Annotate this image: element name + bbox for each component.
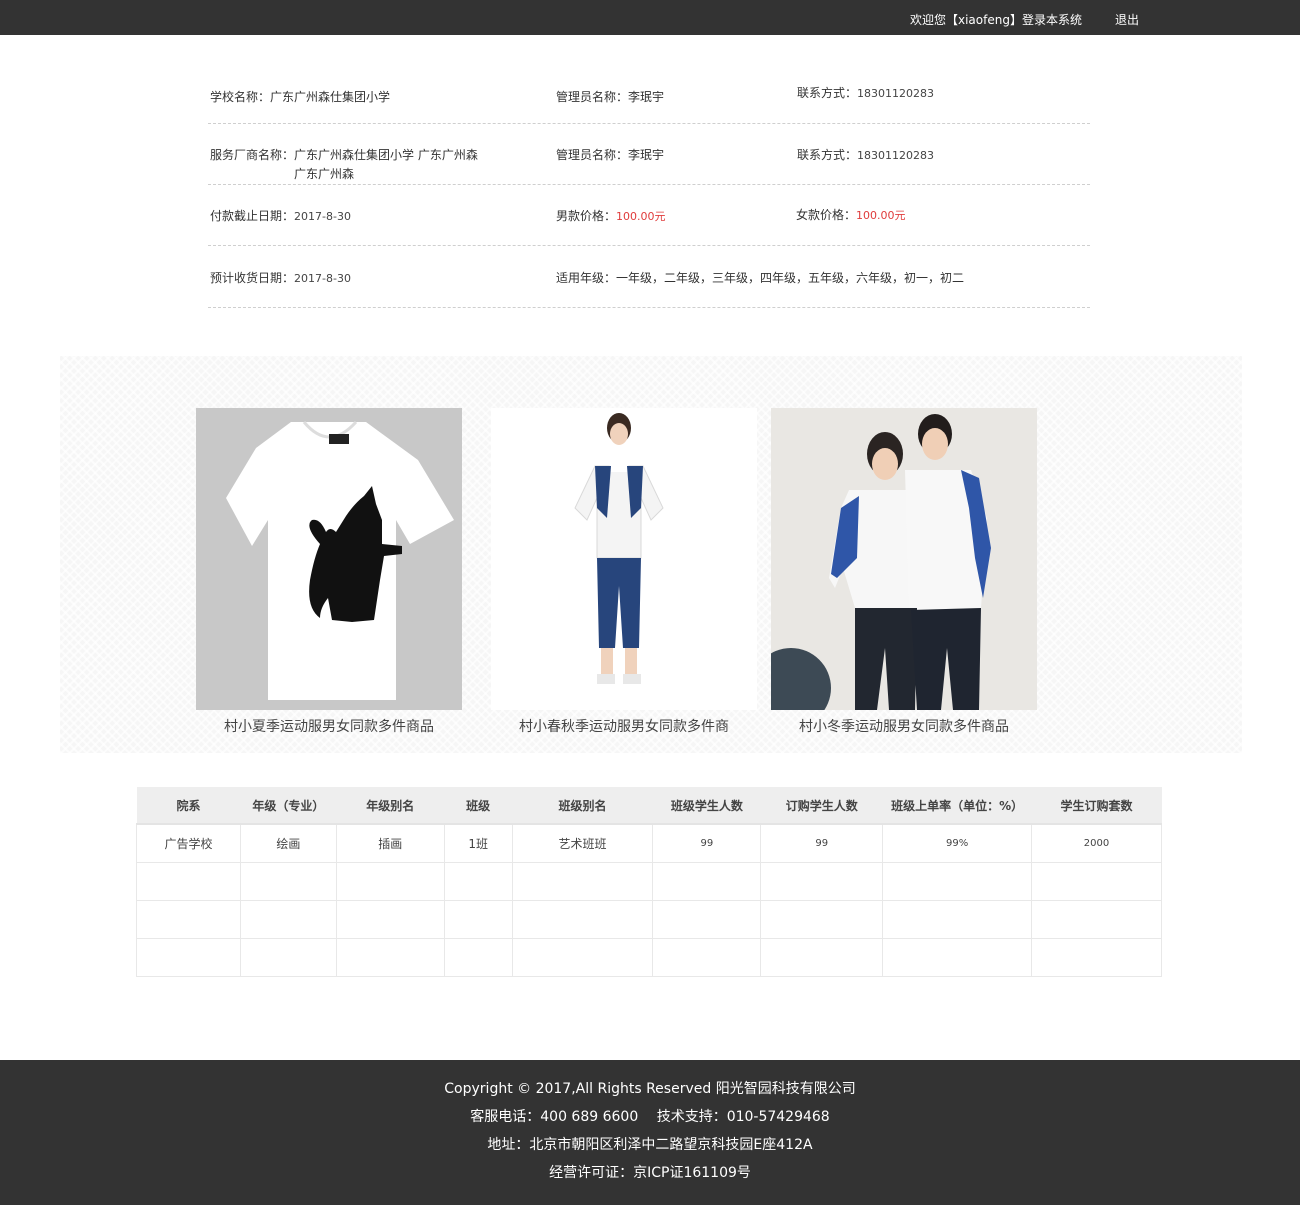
table-cell: 艺术班班 xyxy=(511,823,654,863)
column-header: 院系 xyxy=(136,787,241,825)
pay-deadline: 付款截止日期：2017-8-30 xyxy=(210,209,351,223)
table-cell xyxy=(760,861,884,901)
table-cell: 插画 xyxy=(335,823,445,863)
table-cell: 99 xyxy=(652,823,762,863)
table-cell xyxy=(882,899,1033,939)
table-cell xyxy=(652,899,762,939)
table-cell xyxy=(335,899,445,939)
table-cell xyxy=(760,899,884,939)
applicable-grades: 适用年级：一年级，二年级，三年级，四年级，五年级，六年级，初一，初二 xyxy=(556,271,965,285)
table-cell xyxy=(652,861,762,901)
table-cell: 1班 xyxy=(443,823,513,863)
class-order-table: 院系 年级（专业） 年级别名 班级 班级别名 班级学生人数 订购学生人数 班级上… xyxy=(136,787,1162,977)
table-cell xyxy=(239,861,337,901)
table-cell xyxy=(136,899,241,939)
license-text: 经营许可证：京ICP证161109号 xyxy=(549,1165,751,1181)
table-cell xyxy=(239,937,337,977)
table-cell xyxy=(1031,899,1162,939)
delivery-date: 预计收货日期：2017-8-30 xyxy=(210,271,351,285)
product-card[interactable]: 村小春秋季运动服男女同款多件商 xyxy=(491,408,757,736)
table-cell xyxy=(652,937,762,977)
table-cell xyxy=(1031,937,1162,977)
table-row xyxy=(136,861,1162,901)
table-cell xyxy=(443,899,513,939)
top-bar: 欢迎您【xiaofeng】登录本系统 退出 xyxy=(0,0,1300,35)
column-header: 学生订购套数 xyxy=(1031,787,1162,825)
table-header-row: 院系 年级（专业） 年级别名 班级 班级别名 班级学生人数 订购学生人数 班级上… xyxy=(136,787,1162,825)
table-cell xyxy=(239,899,337,939)
product-image-uniform[interactable] xyxy=(491,408,757,710)
table-cell xyxy=(882,937,1033,977)
info-row-delivery: 预计收货日期：2017-8-30 适用年级：一年级，二年级，三年级，四年级，五年… xyxy=(208,246,1090,308)
admin-name: 管理员名称：李珉宇 xyxy=(556,90,665,104)
table-cell: 绘画 xyxy=(239,823,337,863)
table-cell: 99% xyxy=(882,823,1033,863)
welcome-text: 欢迎您【xiaofeng】登录本系统 xyxy=(910,13,1082,27)
column-header: 订购学生人数 xyxy=(760,787,883,825)
table-cell: 广告学校 xyxy=(136,823,241,863)
table-cell xyxy=(882,861,1033,901)
table-cell xyxy=(511,899,654,939)
info-row-school: 学校名称：广东广州森仕集团小学 管理员名称：李珉宇 联系方式：183011202… xyxy=(208,60,1090,124)
info-row-vendor: 服务厂商名称：广东广州森仕集团小学 广东广州森 广东广州森 管理员名称：李珉宇 … xyxy=(208,124,1090,185)
female-price: 女款价格：100.00元 xyxy=(796,208,906,222)
product-image-tshirt[interactable] xyxy=(196,408,462,710)
address-text: 地址：北京市朝阳区利泽中二路望京科技园E座412A xyxy=(487,1137,813,1153)
product-caption[interactable]: 村小夏季运动服男女同款多件商品 xyxy=(196,716,462,736)
vendor-admin-name: 管理员名称：李珉宇 xyxy=(556,148,665,162)
column-header: 班级别名 xyxy=(512,787,653,825)
table-cell xyxy=(511,937,654,977)
school-name: 学校名称：广东广州森仕集团小学 xyxy=(210,90,391,104)
product-card[interactable]: 村小夏季运动服男女同款多件商品 xyxy=(196,408,462,736)
column-header: 年级别名 xyxy=(336,787,445,825)
table-cell xyxy=(335,937,445,977)
logout-link[interactable]: 退出 xyxy=(1115,11,1139,28)
table-cell xyxy=(443,937,513,977)
table-cell: 99 xyxy=(760,823,884,863)
table-cell xyxy=(1031,861,1162,901)
product-caption[interactable]: 村小春秋季运动服男女同款多件商 xyxy=(491,716,757,736)
table-cell xyxy=(760,937,884,977)
order-info: 学校名称：广东广州森仕集团小学 管理员名称：李珉宇 联系方式：183011202… xyxy=(208,60,1090,308)
column-header: 年级（专业） xyxy=(240,787,337,825)
table-cell xyxy=(335,861,445,901)
table-cell xyxy=(136,861,241,901)
column-header: 班级上单率（单位：%） xyxy=(882,787,1032,825)
product-card[interactable]: 村小冬季运动服男女同款多件商品 xyxy=(771,408,1037,736)
column-header: 班级学生人数 xyxy=(652,787,761,825)
table-cell: 2000 xyxy=(1031,823,1162,863)
table-cell xyxy=(511,861,654,901)
contact: 联系方式：18301120283 xyxy=(797,86,934,100)
copyright-text: Copyright © 2017,All Rights Reserved 阳光智… xyxy=(444,1081,856,1097)
table-cell xyxy=(136,937,241,977)
column-header: 班级 xyxy=(444,787,513,825)
info-row-price: 付款截止日期：2017-8-30 男款价格：100.00元 女款价格：100.0… xyxy=(208,185,1090,246)
male-price: 男款价格：100.00元 xyxy=(556,209,666,223)
table-row[interactable]: 广告学校 绘画 插画 1班 艺术班班 99 99 99% 2000 xyxy=(136,823,1162,863)
table-cell xyxy=(443,861,513,901)
vendor-contact: 联系方式：18301120283 xyxy=(797,148,934,162)
vendor-name: 服务厂商名称：广东广州森仕集团小学 广东广州森 广东广州森 xyxy=(210,148,478,181)
footer: Copyright © 2017,All Rights Reserved 阳光智… xyxy=(0,1060,1300,1205)
support-phone-text: 客服电话：400 689 6600 技术支持：010-57429468 xyxy=(470,1109,830,1125)
product-gallery: 村小夏季运动服男女同款多件商品 村小春秋季运动服男女同款多件商 村小冬季运动服男… xyxy=(60,356,1242,753)
table-row xyxy=(136,899,1162,939)
table-row xyxy=(136,937,1162,977)
product-caption[interactable]: 村小冬季运动服男女同款多件商品 xyxy=(771,716,1037,736)
product-image-tracksuit[interactable] xyxy=(771,408,1037,710)
